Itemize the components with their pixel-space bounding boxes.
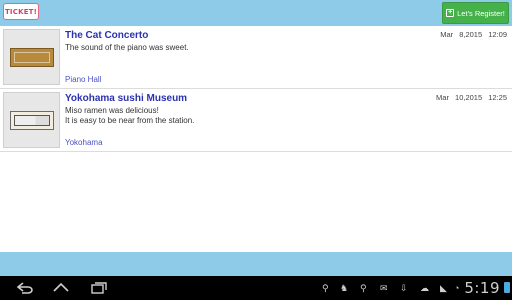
signal-icon: ◣ [440, 282, 447, 293]
back-icon[interactable] [16, 280, 34, 296]
ticket-image [10, 48, 54, 67]
system-nav-bar: ⚲ ♞ ⚲ ✉ ⇩ ☁ ◣ ◔ 5:19 [0, 276, 512, 300]
usb-icon: ⚲ [322, 282, 329, 293]
plus-icon: + [446, 9, 455, 17]
ticket-thumbnail [3, 92, 60, 148]
item-place: Piano Hall [65, 75, 102, 84]
wifi-icon: ◔ [454, 283, 460, 293]
item-description: The sound of the piano was sweet. [65, 43, 189, 52]
item-description-line: Miso ramen was delicious! [65, 106, 159, 115]
download-icon: ⇩ [400, 282, 408, 293]
item-place: Yokohama [65, 138, 103, 147]
item-date: Mar 8,2015 12:09 [440, 30, 507, 39]
battery-icon [504, 282, 510, 293]
usb-debug-icon: ⚲ [360, 282, 367, 293]
register-button-label: Let's Register! [457, 8, 505, 18]
recent-apps-icon[interactable] [90, 280, 108, 296]
item-title: The Cat Concerto [65, 30, 149, 41]
android-icon: ♞ [340, 282, 349, 293]
ticket-image [10, 111, 54, 130]
bottom-bar [0, 252, 512, 276]
ticket-thumbnail [3, 29, 60, 85]
status-clock: 5:19 [464, 279, 500, 297]
ticket-list: The Cat Concerto Mar 8,2015 12:09 The so… [0, 26, 512, 152]
app-header: TICKET! + Let's Register! [0, 0, 512, 26]
list-item[interactable]: Yokohama sushi Museum Mar 10,2015 12:25 … [0, 89, 512, 152]
item-date: Mar 10,2015 12:25 [436, 93, 507, 102]
item-description: Miso ramen was delicious! It is easy to … [65, 106, 194, 126]
app-logo: TICKET! [3, 3, 39, 20]
register-button[interactable]: + Let's Register! [442, 2, 509, 24]
list-item[interactable]: The Cat Concerto Mar 8,2015 12:09 The so… [0, 26, 512, 89]
item-description-line: It is easy to be near from the station. [65, 116, 195, 125]
messenger-icon: ✉ [380, 282, 388, 293]
home-icon[interactable] [52, 280, 70, 296]
cloud-icon: ☁ [420, 282, 429, 293]
item-title: Yokohama sushi Museum [65, 93, 188, 104]
